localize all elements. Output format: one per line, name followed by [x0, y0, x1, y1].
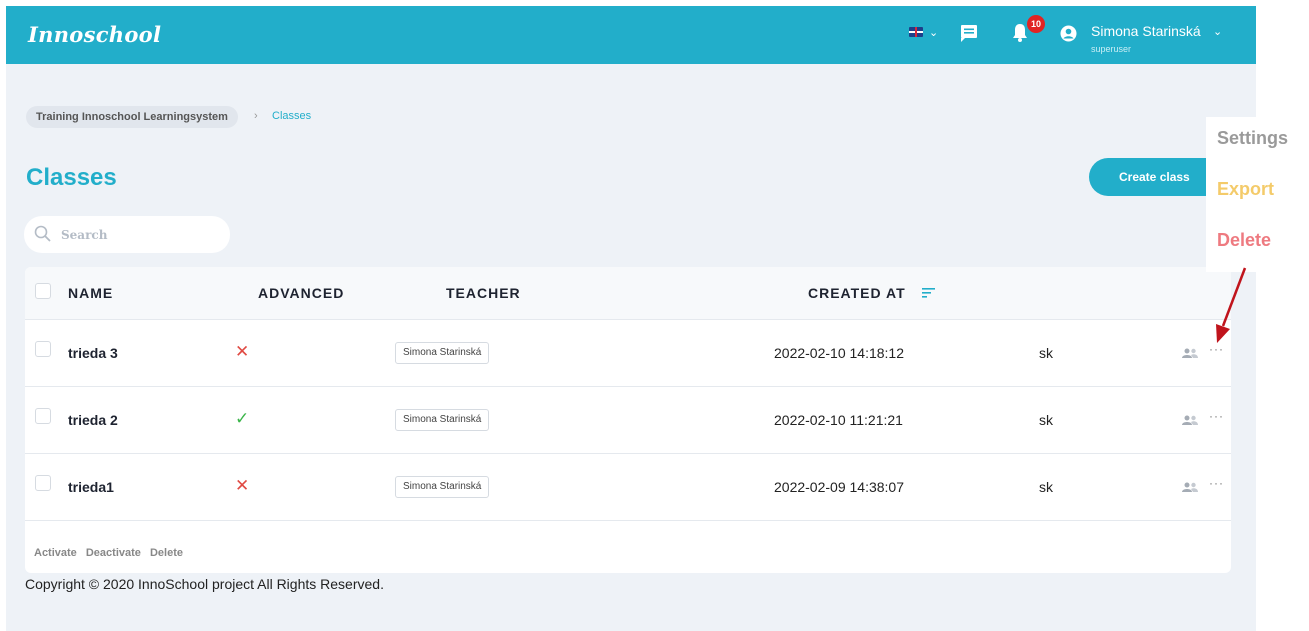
- people-icon[interactable]: [1181, 482, 1199, 492]
- user-avatar-icon[interactable]: [1060, 25, 1077, 42]
- created-at: 2022-02-10 14:18:12: [774, 345, 904, 361]
- activate-link[interactable]: Activate: [34, 547, 77, 559]
- column-name[interactable]: NAME: [68, 285, 113, 301]
- people-icon[interactable]: [1181, 415, 1199, 425]
- delete-link[interactable]: Delete: [150, 547, 183, 559]
- created-at: 2022-02-09 14:38:07: [774, 479, 904, 495]
- language-code: sk: [1039, 345, 1053, 361]
- breadcrumb-current: Classes: [272, 110, 312, 122]
- select-all-checkbox[interactable]: [35, 283, 51, 299]
- table-header: NAME ADVANCED TEACHER CREATED AT: [25, 267, 1231, 320]
- table-row[interactable]: trieda 2 ✓ Simona Starinská 2022-02-10 1…: [25, 387, 1231, 454]
- advanced-no-icon: ✕: [235, 476, 250, 495]
- breadcrumb-separator: ›: [254, 110, 258, 122]
- user-name[interactable]: Simona Starinská: [1091, 23, 1201, 39]
- language-code: sk: [1039, 479, 1053, 495]
- table-row[interactable]: trieda 3 ✕ Simona Starinská 2022-02-10 1…: [25, 320, 1231, 387]
- search-icon: [34, 225, 51, 242]
- classes-table: NAME ADVANCED TEACHER CREATED AT trieda …: [25, 267, 1231, 573]
- copyright-text: Copyright © 2020 InnoSchool project All …: [25, 576, 384, 592]
- row-checkbox[interactable]: [35, 408, 51, 424]
- message-icon[interactable]: [960, 24, 978, 42]
- column-teacher[interactable]: TEACHER: [446, 285, 521, 301]
- column-created-at[interactable]: CREATED AT: [808, 285, 906, 301]
- user-role: superuser: [1091, 44, 1132, 54]
- row-checkbox[interactable]: [35, 341, 51, 357]
- menu-item-export[interactable]: Export: [1217, 179, 1274, 200]
- sort-icon[interactable]: [922, 287, 936, 299]
- search-input[interactable]: Search: [24, 216, 230, 253]
- top-bar: Innoschool ⌄ 10 Simona Starinská superus…: [6, 6, 1256, 64]
- advanced-yes-icon: ✓: [235, 409, 250, 428]
- language-flag-icon[interactable]: [909, 27, 923, 37]
- menu-item-settings[interactable]: Settings: [1217, 128, 1288, 149]
- bulk-actions: Activate Deactivate Delete: [34, 547, 189, 559]
- page-title: Classes: [26, 164, 117, 191]
- teacher-tag: Simona Starinská: [395, 476, 490, 498]
- class-name[interactable]: trieda 2: [68, 412, 118, 428]
- breadcrumb-root[interactable]: Training Innoschool Learningsystem: [26, 106, 238, 128]
- app-window: Innoschool ⌄ 10 Simona Starinská superus…: [6, 6, 1256, 631]
- advanced-no-icon: ✕: [235, 342, 250, 361]
- more-actions-icon[interactable]: ···: [1209, 342, 1224, 356]
- app-logo[interactable]: Innoschool: [28, 22, 161, 47]
- more-actions-icon[interactable]: ···: [1209, 409, 1224, 423]
- deactivate-link[interactable]: Deactivate: [86, 547, 141, 559]
- people-icon[interactable]: [1181, 348, 1199, 358]
- created-at: 2022-02-10 11:21:21: [774, 412, 903, 428]
- class-name[interactable]: trieda 3: [68, 345, 118, 361]
- class-name[interactable]: trieda1: [68, 479, 114, 495]
- language-code: sk: [1039, 412, 1053, 428]
- more-actions-icon[interactable]: ···: [1209, 476, 1224, 490]
- row-context-menu: Settings Export Delete: [1206, 117, 1309, 272]
- user-menu-chevron-icon[interactable]: ⌄: [1213, 25, 1222, 38]
- menu-item-delete[interactable]: Delete: [1217, 230, 1271, 251]
- table-row[interactable]: trieda1 ✕ Simona Starinská 2022-02-09 14…: [25, 454, 1231, 521]
- row-checkbox[interactable]: [35, 475, 51, 491]
- search-placeholder: Search: [61, 228, 108, 242]
- column-advanced[interactable]: ADVANCED: [258, 285, 344, 301]
- teacher-tag: Simona Starinská: [395, 409, 490, 431]
- notification-badge: 10: [1027, 15, 1045, 33]
- teacher-tag: Simona Starinská: [395, 342, 490, 364]
- chevron-down-icon[interactable]: ⌄: [929, 26, 938, 39]
